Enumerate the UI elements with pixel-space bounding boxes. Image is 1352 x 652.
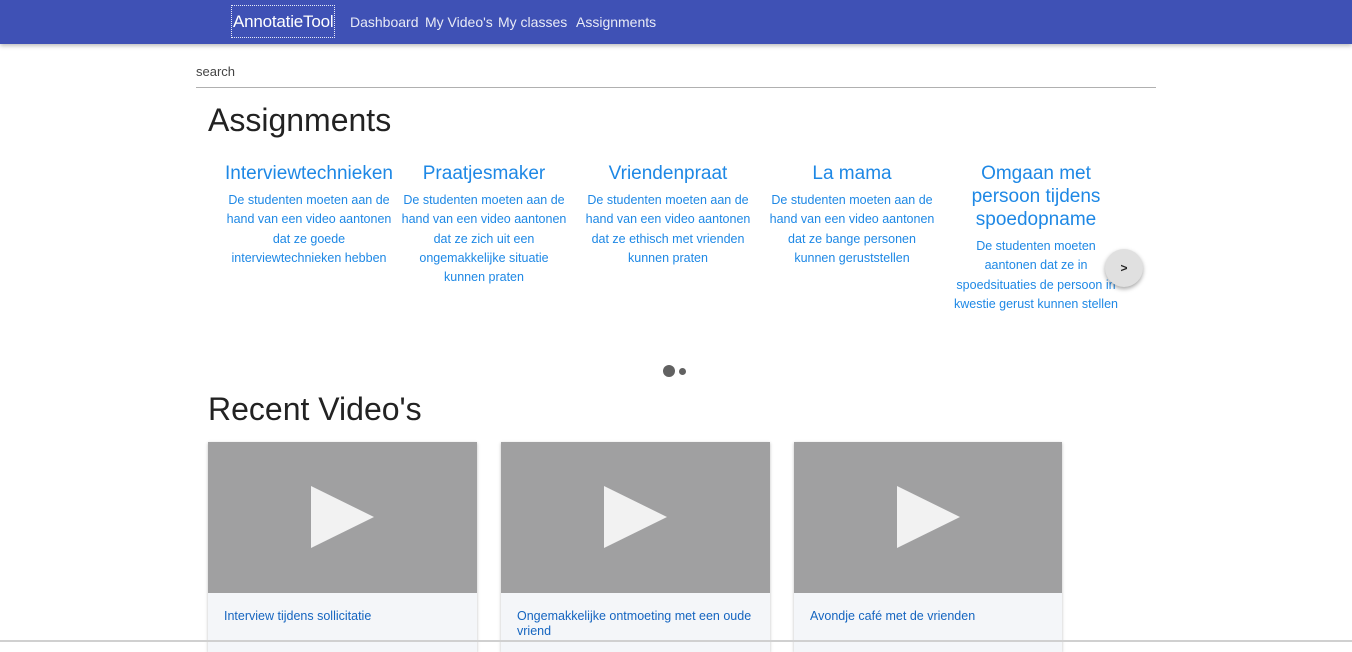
assignment-title[interactable]: Omgaan met persoon tijdens spoedopname: [952, 162, 1120, 231]
assignment-title[interactable]: Interviewtechnieken: [225, 162, 393, 185]
video-thumbnail[interactable]: [794, 442, 1062, 593]
assignment-description: De studenten moeten aan de hand van een …: [401, 193, 567, 285]
play-icon[interactable]: [311, 486, 374, 548]
assignment-card[interactable]: La mama De studenten moeten aan de hand …: [768, 162, 936, 268]
carousel-next-button[interactable]: >: [1105, 249, 1143, 287]
video-thumbnail[interactable]: [501, 442, 770, 593]
assignment-card[interactable]: Omgaan met persoon tijdens spoedopname D…: [952, 162, 1120, 314]
assignment-card[interactable]: Vriendenpraat De studenten moeten aan de…: [584, 162, 752, 268]
assignment-title[interactable]: Vriendenpraat: [584, 162, 752, 185]
top-navbar: AnnotatieTool Dashboard My Video's My cl…: [0, 0, 1352, 44]
play-icon[interactable]: [604, 486, 667, 548]
assignment-description: De studenten moeten aan de hand van een …: [226, 193, 392, 265]
video-title[interactable]: Interview tijdens sollicitatie: [224, 609, 464, 624]
assignments-heading: Assignments: [208, 102, 392, 138]
assignment-title[interactable]: Praatjesmaker: [400, 162, 568, 185]
video-card[interactable]: Avondje café met de vrienden: [794, 442, 1062, 652]
video-title[interactable]: Ongemakkelijke ontmoeting met een oude v…: [517, 609, 757, 639]
video-thumbnail[interactable]: [208, 442, 477, 593]
assignment-card[interactable]: Praatjesmaker De studenten moeten aan de…: [400, 162, 568, 287]
video-card[interactable]: Ongemakkelijke ontmoeting met een oude v…: [501, 442, 770, 652]
recent-videos-heading: Recent Video's: [208, 391, 422, 427]
video-card[interactable]: Interview tijdens sollicitatie: [208, 442, 477, 652]
assignment-title[interactable]: La mama: [768, 162, 936, 185]
carousel-dot[interactable]: [679, 368, 686, 375]
play-icon[interactable]: [897, 486, 960, 548]
brand-logo-link[interactable]: AnnotatieTool: [231, 5, 336, 38]
search-input[interactable]: [196, 56, 1156, 88]
nav-link-my-videos[interactable]: My Video's: [425, 13, 493, 31]
assignment-description: De studenten moeten aan de hand van een …: [769, 193, 935, 265]
assignment-description: De studenten moeten aan de hand van een …: [585, 193, 751, 265]
nav-link-my-classes[interactable]: My classes: [498, 13, 567, 31]
carousel-dot-active[interactable]: [663, 365, 675, 377]
assignment-card[interactable]: Interviewtechnieken De studenten moeten …: [225, 162, 393, 268]
assignment-description: De studenten moeten aantonen dat ze in s…: [954, 239, 1118, 311]
nav-link-assignments[interactable]: Assignments: [576, 13, 656, 31]
video-title[interactable]: Avondje café met de vrienden: [810, 609, 1050, 624]
nav-link-dashboard[interactable]: Dashboard: [350, 13, 419, 31]
